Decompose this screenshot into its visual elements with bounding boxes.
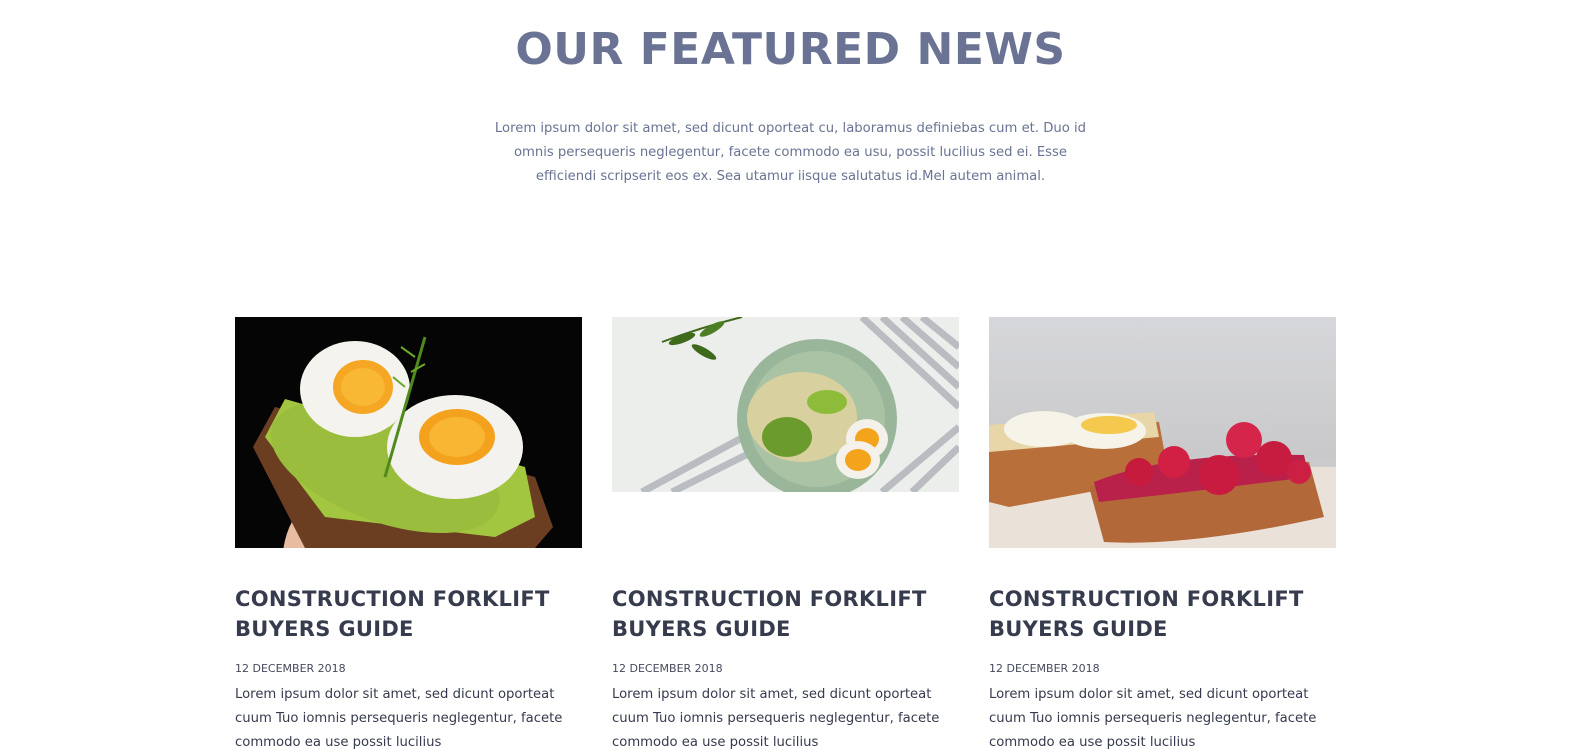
section-intro: Lorem ipsum dolor sit amet, sed dicunt o…	[494, 121, 1087, 184]
news-card-image-link[interactable]	[612, 317, 959, 492]
news-card: CONSTRUCTION FORKLIFT BUYERS GUIDE 12 DE…	[989, 317, 1338, 749]
news-card-excerpt: Lorem ipsum dolor sit amet, sed dicunt o…	[612, 687, 940, 749]
news-card-title[interactable]: CONSTRUCTION FORKLIFT BUYERS GUIDE	[235, 584, 584, 644]
news-card-title[interactable]: CONSTRUCTION FORKLIFT BUYERS GUIDE	[612, 584, 961, 644]
news-card-excerpt: Lorem ipsum dolor sit amet, sed dicunt o…	[989, 687, 1317, 749]
news-card-date: 12 DECEMBER 2018	[989, 662, 1100, 675]
news-card: CONSTRUCTION FORKLIFT BUYERS GUIDE 12 DE…	[235, 317, 584, 749]
berry-toast-image	[989, 317, 1336, 548]
section-title: OUR FEATURED NEWS	[515, 24, 1066, 75]
news-card-date: 12 DECEMBER 2018	[612, 662, 723, 675]
news-card-date: 12 DECEMBER 2018	[235, 662, 346, 675]
news-card-image-link[interactable]	[235, 317, 582, 548]
news-card-excerpt: Lorem ipsum dolor sit amet, sed dicunt o…	[235, 687, 563, 749]
news-card: CONSTRUCTION FORKLIFT BUYERS GUIDE 12 DE…	[612, 317, 961, 749]
featured-news-section: OUR FEATURED NEWS Lorem ipsum dolor sit …	[0, 0, 1581, 749]
news-card-image-link[interactable]	[989, 317, 1336, 548]
egg-avocado-toast-image	[235, 317, 582, 548]
salad-bowl-image	[612, 317, 959, 492]
news-card-title[interactable]: CONSTRUCTION FORKLIFT BUYERS GUIDE	[989, 584, 1338, 644]
